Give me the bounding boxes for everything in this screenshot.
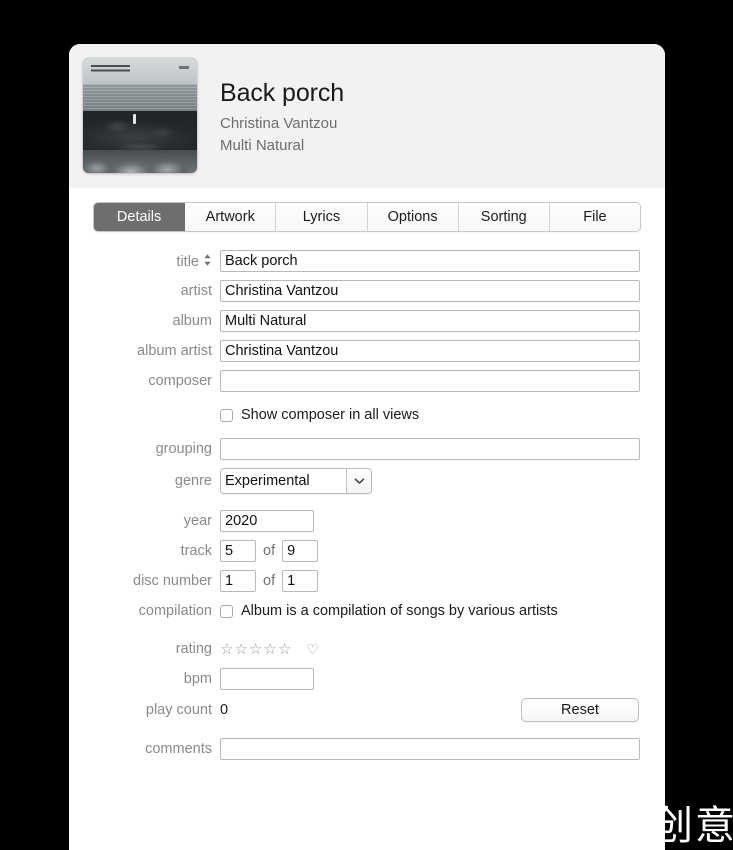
title-input[interactable] — [220, 250, 640, 272]
label-album-artist: album artist — [137, 343, 212, 359]
label-track: track — [180, 543, 212, 559]
tab-details[interactable]: Details — [94, 203, 186, 231]
artist-input[interactable] — [220, 280, 640, 302]
album-input[interactable] — [220, 310, 640, 332]
composer-input[interactable] — [220, 370, 640, 392]
row-year: year — [69, 510, 665, 532]
track-artist: Christina Vantzou — [220, 115, 338, 132]
bpm-input[interactable] — [220, 668, 314, 690]
label-play-count: play count — [145, 702, 212, 718]
row-compilation: compilation Album is a compilation of so… — [69, 600, 665, 622]
album-artwork-image — [83, 58, 197, 173]
track-header: Back porch Christina Vantzou Multi Natur… — [69, 44, 665, 188]
label-bpm: bpm — [183, 671, 212, 687]
track-title: Back porch — [220, 79, 345, 107]
tabbar-container: Details Artwork Lyrics Options Sorting F… — [69, 188, 665, 232]
details-form: title artist album album artist com — [69, 232, 665, 760]
artwork-sea — [83, 84, 197, 115]
disc-fields: of — [220, 570, 665, 592]
label-artist: artist — [180, 283, 212, 299]
row-show-composer: Show composer in all views — [69, 404, 665, 426]
play-count-fields: 0 Reset — [220, 698, 665, 722]
genre-input[interactable] — [221, 469, 347, 493]
disc-of-label: of — [263, 573, 276, 589]
disc-number-input[interactable] — [220, 570, 256, 592]
label-comments: comments — [145, 741, 212, 757]
star-icon-1[interactable]: ☆ — [220, 642, 234, 657]
compilation-checkline[interactable]: Album is a compilation of songs by vario… — [220, 603, 558, 619]
star-icon-2[interactable]: ☆ — [234, 642, 248, 657]
star-icon-3[interactable]: ☆ — [249, 642, 263, 657]
disc-total-input[interactable] — [282, 570, 319, 592]
artwork-foreground — [83, 150, 197, 173]
row-genre: genre — [69, 468, 665, 494]
watermark-text: 创意 — [653, 803, 733, 849]
label-genre: genre — [174, 473, 212, 489]
chevron-down-icon[interactable] — [347, 469, 371, 493]
row-album-artist: album artist — [69, 340, 665, 362]
row-disc-number: disc number of — [69, 570, 665, 592]
artwork-figure — [133, 114, 137, 125]
show-composer-checkbox[interactable] — [220, 408, 233, 422]
label-compilation: compilation — [138, 603, 212, 619]
label-disc-number: disc number — [133, 573, 212, 589]
artwork-rocks — [83, 110, 197, 155]
star-icon-5[interactable]: ☆ — [278, 642, 292, 657]
show-composer-label: Show composer in all views — [241, 407, 420, 423]
label-title-text: title — [176, 254, 199, 270]
track-number-input[interactable] — [220, 540, 256, 562]
genre-combobox[interactable] — [220, 468, 372, 494]
label-composer: composer — [148, 373, 212, 389]
play-count-value: 0 — [220, 702, 229, 718]
track-info-window: Back porch Christina Vantzou Multi Natur… — [69, 44, 665, 850]
star-icon-4[interactable]: ☆ — [263, 642, 277, 657]
year-input[interactable] — [220, 510, 314, 532]
row-album: album — [69, 310, 665, 332]
row-comments: comments — [69, 738, 665, 760]
tab-artwork[interactable]: Artwork — [185, 203, 277, 231]
row-title: title — [69, 250, 665, 272]
tab-lyrics[interactable]: Lyrics — [276, 203, 368, 231]
row-grouping: grouping — [69, 438, 665, 460]
label-year: year — [183, 513, 212, 529]
tab-options[interactable]: Options — [367, 203, 459, 231]
sort-stepper-icon[interactable] — [203, 253, 212, 267]
row-artist: artist — [69, 280, 665, 302]
artwork-cover-text — [90, 64, 130, 76]
row-composer: composer — [69, 370, 665, 392]
album-artwork[interactable] — [83, 58, 197, 173]
grouping-input[interactable] — [220, 438, 640, 460]
rating-stars[interactable]: ☆ ☆ ☆ ☆ ☆ ♡ — [220, 642, 320, 657]
row-play-count: play count 0 Reset — [69, 698, 665, 722]
reset-button[interactable]: Reset — [521, 698, 639, 722]
label-grouping: grouping — [155, 441, 212, 457]
artwork-cover-mark — [178, 66, 190, 70]
track-album: Multi Natural — [220, 137, 305, 154]
track-fields: of — [220, 540, 665, 562]
label-album: album — [172, 313, 213, 329]
track-meta: Back porch Christina Vantzou Multi Natur… — [220, 78, 653, 157]
tab-sorting[interactable]: Sorting — [458, 203, 550, 231]
row-track: track of — [69, 540, 665, 562]
show-composer-checkline[interactable]: Show composer in all views — [220, 407, 419, 423]
row-rating: rating ☆ ☆ ☆ ☆ ☆ ♡ — [69, 638, 665, 660]
heart-icon[interactable]: ♡ — [306, 642, 320, 656]
tab-file[interactable]: File — [549, 203, 640, 231]
comments-input[interactable] — [220, 738, 640, 760]
label-title: title — [69, 252, 220, 270]
label-rating: rating — [175, 641, 212, 657]
compilation-checkbox[interactable] — [220, 604, 233, 618]
track-of-label: of — [263, 543, 276, 559]
screen-root: 创意 Back porch Christina Vantzou Multi Na… — [0, 0, 733, 850]
compilation-label: Album is a compilation of songs by vario… — [241, 603, 558, 619]
row-bpm: bpm — [69, 668, 665, 690]
tabbar: Details Artwork Lyrics Options Sorting F… — [93, 202, 641, 232]
album-artist-input[interactable] — [220, 340, 640, 362]
track-total-input[interactable] — [282, 540, 319, 562]
